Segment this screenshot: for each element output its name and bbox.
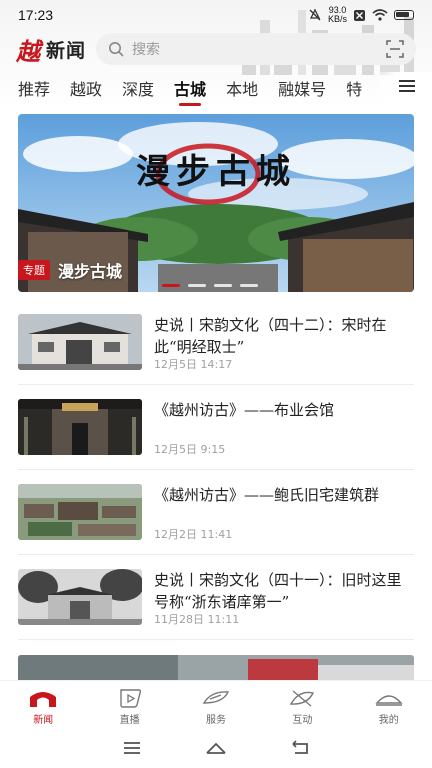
channel-menu-icon[interactable]: [398, 78, 416, 94]
news-title: 《越州访古》——鲍氏旧宅建筑群: [154, 486, 380, 504]
status-bar: 17:23 93.0 KB/s: [0, 0, 432, 30]
channel-tabs: 推荐 越政 深度 古城 本地 融媒号 特: [0, 72, 432, 104]
nav-interact-label: 互动: [292, 715, 313, 726]
nav-live-label: 直播: [119, 715, 140, 726]
tab-local[interactable]: 本地: [226, 76, 258, 100]
service-icon: [202, 691, 230, 704]
wifi-icon: [372, 9, 388, 21]
scan-icon[interactable]: [386, 40, 404, 58]
tab-yuezheng[interactable]: 越政: [70, 76, 102, 100]
search-placeholder: 搜索: [132, 42, 161, 58]
news-gate-icon: [30, 692, 57, 707]
home-icon[interactable]: [205, 739, 227, 757]
carousel-dot-3[interactable]: [214, 284, 232, 287]
menu-recent-icon[interactable]: [121, 739, 143, 757]
news-item[interactable]: 《越州访古》——布业会馆 12月5日 9:15: [18, 385, 414, 470]
news-thumbnail: [18, 484, 142, 540]
app-header: 越 新闻 搜索: [0, 30, 432, 68]
sim-off-icon: [354, 9, 365, 21]
nav-news[interactable]: 新闻: [13, 687, 73, 726]
carousel-indicator: [162, 284, 258, 287]
news-time: 12月5日 14:17: [154, 358, 233, 371]
news-item[interactable]: 史说丨宋韵文化（四十二）：宋时在此“明经取士” 12月5日 14:17: [18, 300, 414, 385]
system-navigation-bar: [0, 728, 432, 768]
carousel-dot-1[interactable]: [162, 284, 180, 287]
news-list: 史说丨宋韵文化（四十二）：宋时在此“明经取士” 12月5日 14:17 《越州访…: [18, 300, 414, 640]
carousel-dot-4[interactable]: [240, 284, 258, 287]
tab-media-account[interactable]: 融媒号: [278, 76, 326, 100]
bottom-navigation: 新闻 直播 服务 互动 我的: [0, 680, 432, 728]
news-item[interactable]: 史说丨宋韵文化（四十一）：旧时这里号称“浙东诸庠第一” 11月28日 11:11: [18, 555, 414, 640]
news-title: 史说丨宋韵文化（四十一）：旧时这里号称“浙东诸庠第一”: [154, 571, 402, 611]
next-banner-preview[interactable]: [18, 655, 414, 683]
nav-service-label: 服务: [205, 715, 226, 726]
search-input[interactable]: 搜索: [96, 33, 416, 65]
news-time: 11月28日 11:11: [154, 613, 240, 626]
carousel-dot-2[interactable]: [188, 284, 206, 287]
do-not-disturb-icon: [309, 8, 321, 21]
news-thumbnail: [18, 399, 142, 455]
live-play-icon: [119, 689, 141, 708]
news-item[interactable]: 《越州访古》——鲍氏旧宅建筑群 12月2日 11:41: [18, 470, 414, 555]
banner-title: 漫步古城: [136, 152, 296, 192]
app-logo: 越 新闻: [16, 32, 86, 67]
nav-service[interactable]: 服务: [186, 687, 246, 726]
news-thumbnail: [18, 314, 142, 370]
nav-profile[interactable]: 我的: [359, 687, 419, 726]
nav-live[interactable]: 直播: [100, 687, 160, 726]
news-thumbnail: [18, 569, 142, 625]
banner-caption: 专题 漫步古城: [18, 258, 122, 282]
nav-profile-label: 我的: [378, 715, 399, 726]
news-time: 12月5日 9:15: [154, 443, 226, 456]
interact-icon: [290, 690, 315, 707]
banner-caption-text: 漫步古城: [58, 262, 123, 281]
tab-recommend[interactable]: 推荐: [18, 76, 50, 100]
nav-news-label: 新闻: [33, 715, 54, 726]
status-time: 17:23: [18, 7, 54, 23]
news-title: 《越州访古》——布业会馆: [154, 401, 335, 419]
logo-text: 新闻: [46, 39, 87, 62]
back-icon[interactable]: [289, 739, 311, 757]
status-icons: 93.0 KB/s: [308, 6, 414, 24]
tab-special[interactable]: 特: [346, 76, 362, 100]
search-icon: [109, 42, 124, 57]
network-speed-unit: KB/s: [327, 14, 347, 24]
topic-tag: 专题: [18, 260, 50, 280]
nav-interact[interactable]: 互动: [272, 687, 332, 726]
tab-depth[interactable]: 深度: [122, 76, 154, 100]
tab-ancient-city[interactable]: 古城: [174, 76, 206, 100]
logo-mark: 越: [16, 36, 40, 66]
network-speed: 93.0 KB/s: [328, 6, 347, 24]
news-time: 12月2日 11:41: [154, 528, 233, 541]
profile-hat-icon: [375, 695, 403, 706]
news-title: 史说丨宋韵文化（四十二）：宋时在此“明经取士”: [154, 316, 387, 356]
battery-icon: [394, 10, 414, 20]
